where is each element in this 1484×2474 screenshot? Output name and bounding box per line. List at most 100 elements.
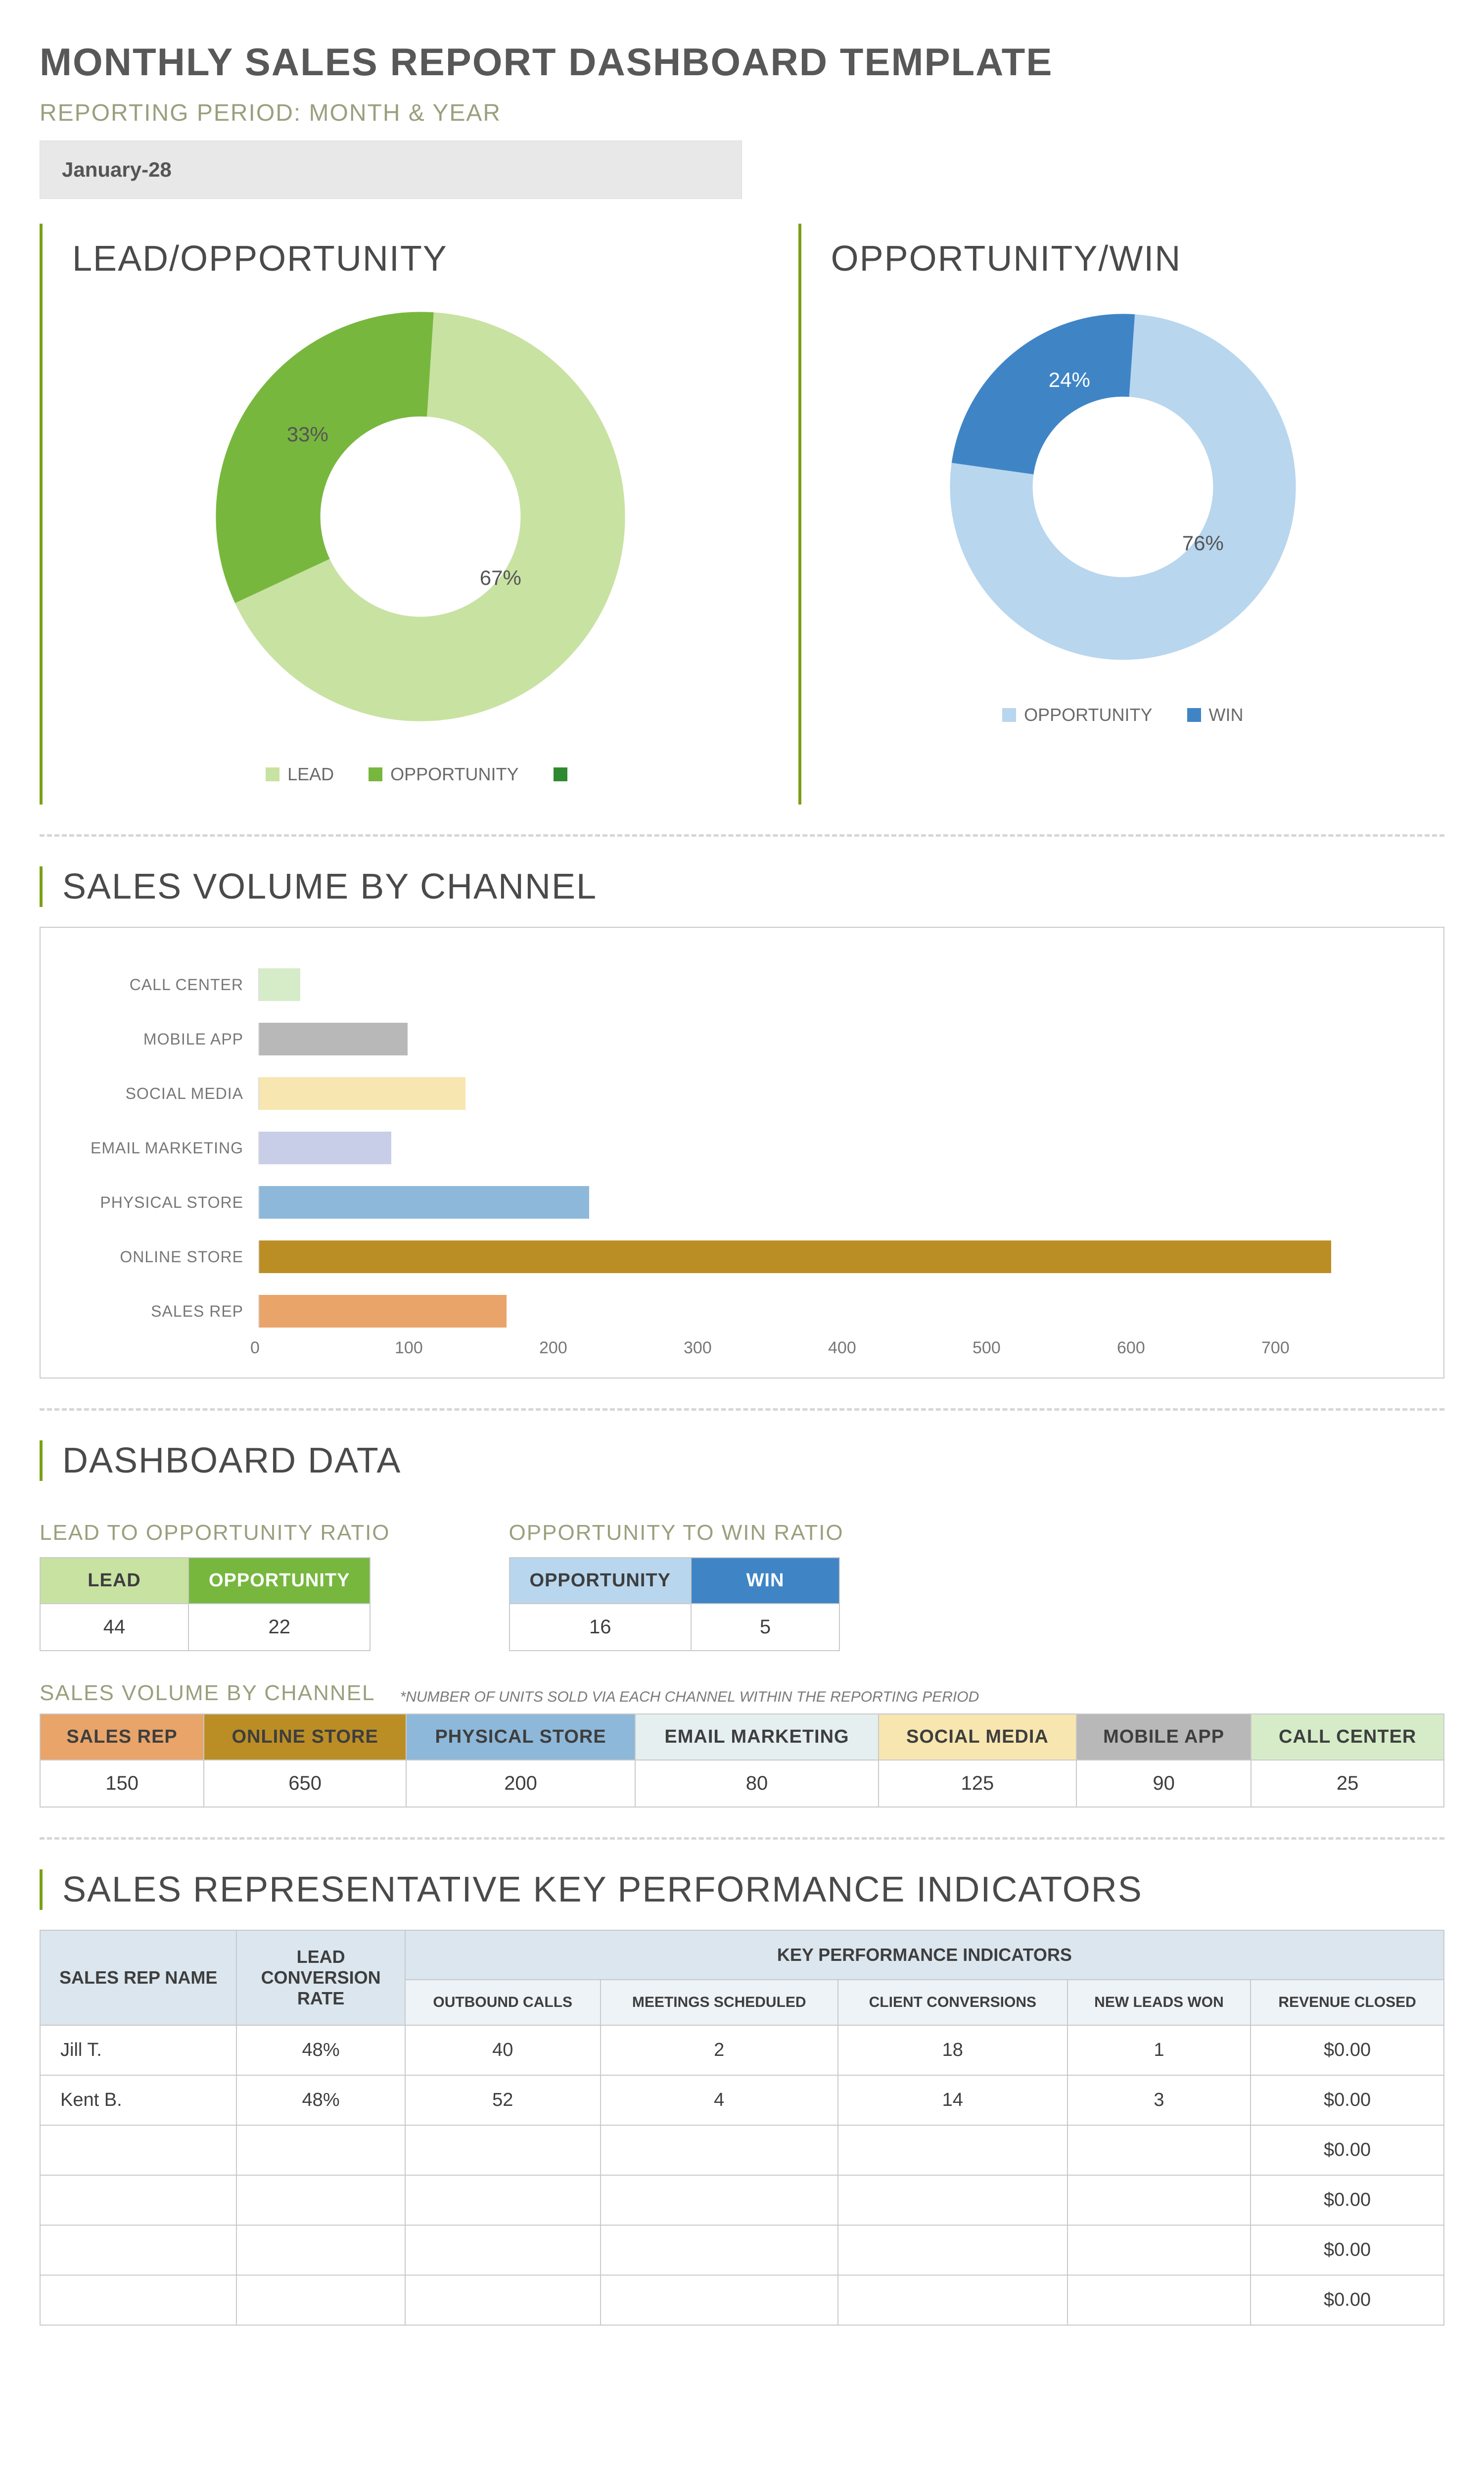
reporting-period-input[interactable]: January-28 bbox=[40, 141, 742, 199]
table-row: $0.00 bbox=[40, 2275, 1444, 2325]
table-cell[interactable]: 90 bbox=[1076, 1760, 1252, 1807]
bar-track bbox=[258, 1295, 1414, 1328]
table-cell[interactable]: 200 bbox=[406, 1760, 635, 1807]
table-cell[interactable] bbox=[40, 2175, 236, 2225]
table-cell[interactable]: $0.00 bbox=[1251, 2225, 1444, 2275]
opportunity-win-chart: OPPORTUNITY/WIN 76% 24% OPPORTUNITY WIN bbox=[798, 224, 1444, 805]
table-cell[interactable] bbox=[40, 2275, 236, 2325]
table-cell[interactable] bbox=[1067, 2225, 1251, 2275]
axis-tick: 300 bbox=[684, 1338, 828, 1358]
table-cell[interactable] bbox=[40, 2125, 236, 2175]
table-cell[interactable]: $0.00 bbox=[1251, 2025, 1444, 2075]
table-cell[interactable]: 14 bbox=[838, 2075, 1067, 2125]
table-row: Jill T. 48%402181$0.00 bbox=[40, 2025, 1444, 2075]
table-cell[interactable]: 40 bbox=[405, 2025, 601, 2075]
table-cell[interactable]: 16 bbox=[510, 1604, 691, 1651]
table-cell[interactable]: $0.00 bbox=[1251, 2275, 1444, 2325]
donut-icon bbox=[935, 299, 1311, 675]
table-cell[interactable] bbox=[838, 2175, 1067, 2225]
table-cell[interactable]: 22 bbox=[188, 1604, 370, 1651]
table-header: NEW LEADS WON bbox=[1067, 1980, 1251, 2025]
bar-track bbox=[258, 1077, 1414, 1110]
table-header: KEY PERFORMANCE INDICATORS bbox=[405, 1930, 1444, 1980]
table-header: REVENUE CLOSED bbox=[1251, 1980, 1444, 2025]
table-cell[interactable]: 44 bbox=[40, 1604, 188, 1651]
table-header: PHYSICAL STORE bbox=[406, 1714, 635, 1760]
table-cell[interactable]: 150 bbox=[40, 1760, 204, 1807]
table-cell[interactable]: Jill T. bbox=[40, 2025, 236, 2075]
table-cell[interactable] bbox=[405, 2125, 601, 2175]
table-cell[interactable]: 52 bbox=[405, 2075, 601, 2125]
bar-label: ONLINE STORE bbox=[70, 1248, 258, 1266]
bar-label: EMAIL MARKETING bbox=[70, 1139, 258, 1157]
table-cell[interactable]: $0.00 bbox=[1251, 2125, 1444, 2175]
table-cell[interactable] bbox=[405, 2175, 601, 2225]
divider bbox=[40, 834, 1444, 837]
table-cell[interactable]: 2 bbox=[601, 2025, 838, 2075]
bar-track bbox=[258, 1023, 1414, 1055]
table-cell[interactable] bbox=[601, 2125, 838, 2175]
bar-fill bbox=[259, 1132, 391, 1164]
bar-label: SALES REP bbox=[70, 1302, 258, 1321]
kpi-table: SALES REP NAME LEAD CONVERSION RATE KEY … bbox=[40, 1930, 1444, 2326]
axis-tick: 200 bbox=[539, 1338, 684, 1358]
table-cell[interactable] bbox=[838, 2225, 1067, 2275]
bar-fill bbox=[259, 968, 300, 1001]
table-cell[interactable] bbox=[601, 2225, 838, 2275]
table-cell[interactable] bbox=[236, 2125, 405, 2175]
table-cell[interactable] bbox=[601, 2175, 838, 2225]
section-title: DASHBOARD DATA bbox=[40, 1440, 1444, 1481]
table-cell[interactable]: 650 bbox=[204, 1760, 406, 1807]
table-cell[interactable]: 18 bbox=[838, 2025, 1067, 2075]
table-cell[interactable] bbox=[405, 2275, 601, 2325]
table-cell[interactable] bbox=[236, 2275, 405, 2325]
table-cell[interactable]: 48% bbox=[236, 2025, 405, 2075]
donut-icon bbox=[203, 299, 638, 734]
bar-fill bbox=[259, 1186, 589, 1219]
table-header: ONLINE STORE bbox=[204, 1714, 406, 1760]
table-cell[interactable]: $0.00 bbox=[1251, 2075, 1444, 2125]
table-cell[interactable] bbox=[40, 2225, 236, 2275]
table-title: OPPORTUNITY TO WIN RATIO bbox=[509, 1521, 844, 1545]
axis-tick: 700 bbox=[1261, 1338, 1406, 1358]
bar-fill bbox=[259, 1023, 408, 1055]
table-cell[interactable] bbox=[236, 2175, 405, 2225]
table-header: CALL CENTER bbox=[1251, 1714, 1444, 1760]
table-cell[interactable] bbox=[236, 2225, 405, 2275]
bar-fill bbox=[259, 1240, 1331, 1273]
table-header: EMAIL MARKETING bbox=[635, 1714, 879, 1760]
table-header: LEAD CONVERSION RATE bbox=[236, 1930, 405, 2025]
table-cell[interactable] bbox=[405, 2225, 601, 2275]
table-cell[interactable]: $0.00 bbox=[1251, 2175, 1444, 2225]
table-cell[interactable]: Kent B. bbox=[40, 2075, 236, 2125]
axis-tick: 400 bbox=[828, 1338, 973, 1358]
table-cell[interactable] bbox=[601, 2275, 838, 2325]
bar-track bbox=[258, 1240, 1414, 1273]
table-header: LEAD bbox=[40, 1558, 188, 1604]
axis-tick: 500 bbox=[973, 1338, 1117, 1358]
table-cell[interactable]: 4 bbox=[601, 2075, 838, 2125]
table-cell[interactable]: 25 bbox=[1251, 1760, 1444, 1807]
table-cell[interactable]: 1 bbox=[1067, 2025, 1251, 2075]
table-title: LEAD TO OPPORTUNITY RATIO bbox=[40, 1521, 390, 1545]
table-cell[interactable]: 3 bbox=[1067, 2075, 1251, 2125]
table-cell[interactable]: 5 bbox=[691, 1604, 839, 1651]
page-subtitle: REPORTING PERIOD: MONTH & YEAR bbox=[40, 99, 1444, 127]
table-cell[interactable] bbox=[1067, 2175, 1251, 2225]
slice-label-opportunity: 33% bbox=[287, 423, 328, 446]
table-cell[interactable] bbox=[1067, 2275, 1251, 2325]
table-cell[interactable]: 80 bbox=[635, 1760, 879, 1807]
table-header: SALES REP NAME bbox=[40, 1930, 236, 2025]
lead-opportunity-ratio-table: LEAD OPPORTUNITY 44 22 bbox=[40, 1557, 371, 1651]
table-cell[interactable] bbox=[1067, 2125, 1251, 2175]
table-cell[interactable] bbox=[838, 2275, 1067, 2325]
axis-tick: 0 bbox=[250, 1338, 395, 1358]
bar-label: PHYSICAL STORE bbox=[70, 1193, 258, 1212]
table-row: Kent B. 48%524143$0.00 bbox=[40, 2075, 1444, 2125]
bar-track bbox=[258, 968, 1414, 1001]
table-cell[interactable] bbox=[838, 2125, 1067, 2175]
table-cell[interactable]: 125 bbox=[879, 1760, 1076, 1807]
table-cell[interactable]: 48% bbox=[236, 2075, 405, 2125]
slice-label-win: 24% bbox=[1049, 368, 1090, 392]
slice-label-opportunity: 76% bbox=[1182, 531, 1224, 555]
